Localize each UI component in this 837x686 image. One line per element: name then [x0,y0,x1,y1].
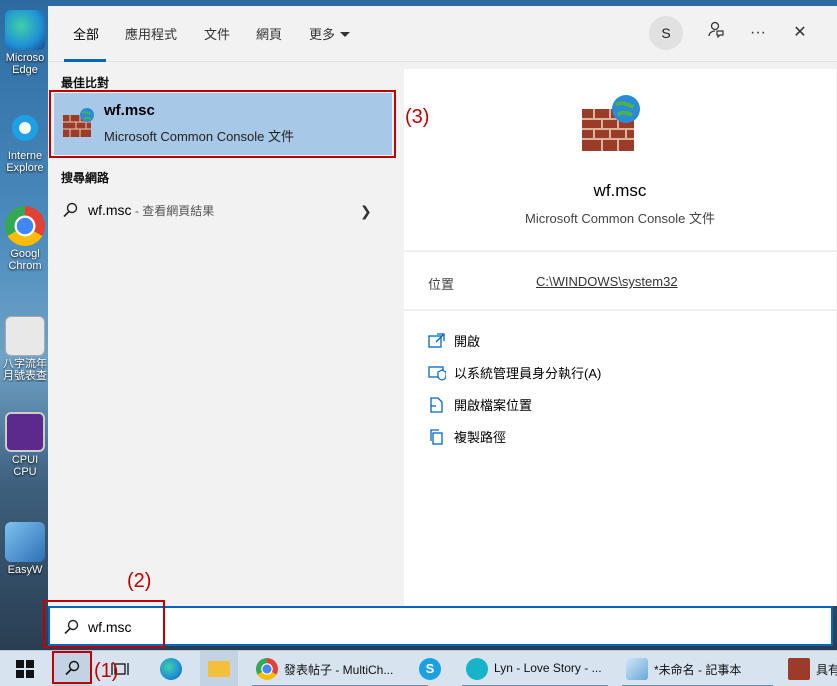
active-tab-indicator [64,59,106,62]
desktop-icon-chrome[interactable]: Googl Chrom [0,206,50,272]
desktop-icon-ie[interactable]: Interne Explore [0,108,50,174]
skype-icon: S [419,658,441,680]
taskbar-skype-button[interactable]: S [414,651,446,686]
search-icon [63,202,78,218]
desktop-icon-cpu[interactable]: CPUI CPU [0,412,50,478]
tab-more-label: 更多 [309,27,336,42]
search-box [48,606,833,646]
annotation-label-2: (2) [127,570,152,592]
preview-subtitle: Microsoft Common Console 文件 [525,211,715,226]
web-search-result[interactable]: wf.msc - 查看網頁結果 ❯ [54,191,392,231]
action-open-file-location[interactable]: 開啟檔案位置 [428,395,532,417]
action-label: 複製路徑 [454,430,507,445]
action-run-as-admin[interactable]: 以系統管理員身分執行(A) [428,363,601,385]
taskbar-app-label: Lyn - Love Story - ... [494,661,602,675]
web-query: wf.msc [88,202,132,218]
location-link[interactable]: C:\WINDOWS\system32 [536,274,678,289]
preview-title: wf.msc [593,181,647,200]
feedback-icon[interactable] [702,20,728,46]
close-icon[interactable]: ✕ [787,20,813,46]
kkbox-icon [466,658,488,680]
firewall-icon [788,658,810,680]
cpu-icon [5,412,45,452]
tab-web[interactable]: 網頁 [256,24,282,43]
best-match-heading: 最佳比對 [61,76,110,90]
desktop-icon-app[interactable]: 八字流年 月號表查 [0,316,50,382]
chrome-icon [5,206,45,246]
search-tabs-bar: 全部 應用程式 文件 網頁 更多 S ··· ✕ [48,6,837,62]
shield-icon [428,366,446,381]
web-search-heading: 搜尋網路 [61,171,110,185]
actions-list: 開啟 以系統管理員身分執行(A) 開啟檔案位置 複製路徑 [404,310,836,606]
web-search-text: wf.msc - 查看網頁結果 [88,202,214,219]
tab-more[interactable]: 更多 [309,24,351,43]
annotation-label-1: (1) [94,660,119,682]
desktop-icon-label: EasyW [7,564,43,576]
desktop-icon-label: Googl Chrom [8,248,42,272]
edge-icon [160,658,182,680]
taskbar-app-kkbox[interactable]: Lyn - Love Story - ... [460,651,610,686]
desktop-icon-label: 八字流年 月號表查 [3,358,47,382]
action-open[interactable]: 開啟 [428,331,480,353]
copy-icon [430,429,443,445]
desktop-icon-label: CPUI CPU [11,454,39,478]
chevron-right-icon[interactable]: ❯ [360,203,372,220]
settings-app-icon [5,316,45,356]
open-icon [428,333,445,348]
taskbar-edge-button[interactable] [156,651,186,686]
desktop-icon-edge[interactable]: Microso Edge [0,10,50,76]
folder-icon [208,661,230,677]
search-input[interactable] [88,616,788,638]
taskbar-explorer-button[interactable] [200,651,238,686]
taskbar-app-chrome[interactable]: 發表帖子 - MultiCh... [250,651,430,686]
tab-all[interactable]: 全部 [73,24,99,43]
desktop-icon-easy[interactable]: EasyW [0,522,50,576]
action-copy-path[interactable]: 複製路徑 [428,427,506,449]
notepad-icon [626,658,648,680]
annotation-box-1 [52,651,92,684]
desktop-icon-label: Microso Edge [5,52,45,76]
ie-icon [5,108,45,148]
more-options-icon[interactable]: ··· [745,20,771,46]
windows-logo-icon [16,660,34,678]
avatar[interactable]: S [649,16,683,50]
taskbar: 發表帖子 - MultiCh... S Lyn - Love Story - .… [0,650,837,686]
annotation-label-3: (3) [405,106,430,128]
firewall-icon [582,95,640,151]
taskbar-app-label: 具有 [816,663,837,677]
action-label: 以系統管理員身分執行(A) [454,366,602,381]
desktop-icon-label: Interne Explore [6,150,44,174]
preview-header: wf.msc Microsoft Common Console 文件 [404,69,836,250]
edge-icon [5,10,45,50]
action-label: 開啟檔案位置 [454,398,533,413]
easy-icon [5,522,45,562]
taskbar-app-label: *未命名 - 記事本 [654,663,742,677]
taskbar-app-label: 發表帖子 - MultiCh... [284,663,394,677]
preview-pane: wf.msc Microsoft Common Console 文件 位置 C:… [404,69,836,606]
annotation-box-2 [43,600,165,648]
taskbar-app-firewall[interactable]: 具有 [782,651,837,686]
location-label: 位置 [428,277,455,292]
location-row: 位置 C:\WINDOWS\system32 [404,251,836,309]
taskbar-app-notepad[interactable]: *未命名 - 記事本 [620,651,775,686]
annotation-box-3 [49,90,396,158]
file-location-icon [430,397,443,413]
tab-apps[interactable]: 應用程式 [125,24,177,43]
chevron-down-icon [340,32,351,37]
chrome-icon [256,658,278,680]
tab-documents[interactable]: 文件 [204,24,230,43]
web-suffix: - 查看網頁結果 [131,204,215,218]
start-button[interactable] [8,651,40,686]
action-label: 開啟 [454,334,481,349]
